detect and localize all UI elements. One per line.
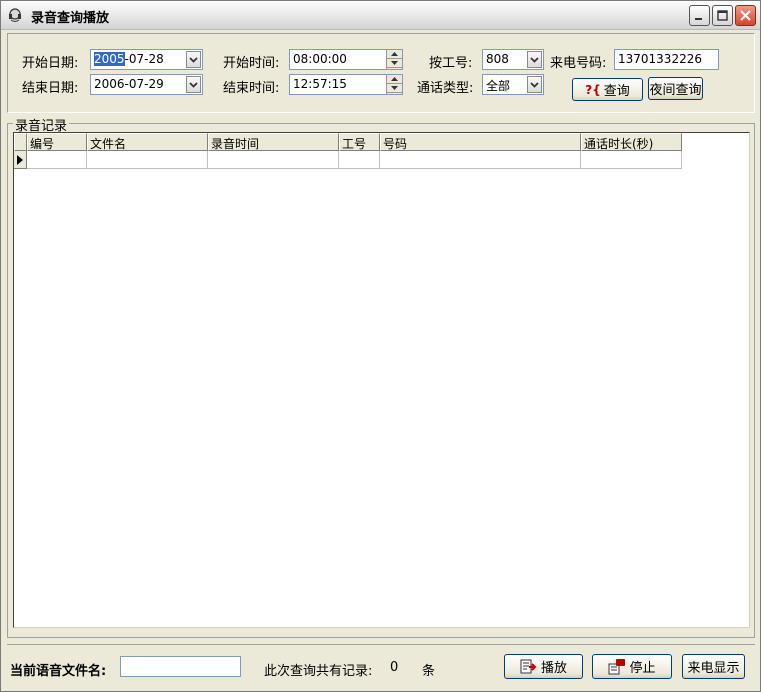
column-header-filename[interactable]: 文件名: [87, 133, 208, 151]
grid-corner: [14, 133, 27, 151]
maximize-button[interactable]: [712, 5, 733, 26]
stop-icon: [608, 658, 626, 674]
grid-header: 编号 文件名 录音时间 工号 号码 通话时长(秒): [14, 133, 682, 151]
column-header-id[interactable]: 编号: [27, 133, 87, 151]
call-type-select[interactable]: 全部: [482, 74, 544, 95]
table-cell[interactable]: [380, 151, 581, 169]
end-date-dropdown-button[interactable]: [186, 76, 201, 93]
caller-number-input[interactable]: 13701332226: [614, 49, 719, 70]
caller-number-value: 13701332226: [618, 52, 702, 66]
chevron-down-icon: [530, 57, 539, 63]
current-file-label: 当前语音文件名:: [10, 664, 107, 679]
record-count-unit: 条: [422, 664, 436, 679]
night-query-button-label: 夜间查询: [649, 83, 702, 98]
title-bar[interactable]: 录音查询播放: [1, 1, 760, 30]
maximize-icon: [717, 10, 728, 21]
column-header-record-time[interactable]: 录音时间: [208, 133, 339, 151]
end-time-label: 结束时间:: [223, 81, 280, 96]
end-time-picker[interactable]: 12:57:15: [289, 74, 403, 95]
query-button[interactable]: ?{ 查询: [572, 78, 643, 101]
column-header-number[interactable]: 号码: [380, 133, 581, 151]
recording-query-window: 录音查询播放 开始日期: 2005-07-28 结束日期: 2006-07-29…: [0, 0, 761, 692]
query-icon: ?{: [585, 82, 601, 97]
stop-button-label: 停止: [629, 661, 656, 676]
call-type-value: 全部: [486, 79, 511, 93]
current-row-arrow-icon: [17, 154, 23, 165]
end-date-picker[interactable]: 2006-07-29: [90, 74, 203, 95]
play-button[interactable]: 播放: [504, 654, 583, 679]
call-type-label: 通话类型:: [417, 81, 474, 96]
chevron-down-icon: [530, 82, 539, 88]
table-row[interactable]: [14, 151, 682, 169]
record-count-label: 此次查询共有记录:: [264, 664, 373, 679]
close-button[interactable]: [735, 5, 756, 26]
end-time-value: 12:57:15: [293, 77, 347, 91]
start-date-dropdown-button[interactable]: [186, 51, 201, 68]
start-time-spinner[interactable]: [386, 50, 402, 69]
end-date-value: 2006-07-29: [94, 77, 164, 91]
stop-button[interactable]: 停止: [592, 654, 672, 679]
start-date-rest: -07-28: [124, 52, 164, 66]
query-button-label: 查询: [603, 84, 630, 99]
start-date-year-selected: 2005: [94, 52, 125, 66]
close-icon: [740, 10, 751, 21]
caller-number-label: 来电号码:: [550, 56, 607, 71]
end-date-label: 结束日期:: [22, 81, 79, 96]
table-cell[interactable]: [339, 151, 380, 169]
column-header-agent-id[interactable]: 工号: [339, 133, 380, 151]
table-cell[interactable]: [87, 151, 208, 169]
end-time-spinner[interactable]: [386, 75, 402, 94]
start-time-label: 开始时间:: [223, 56, 280, 71]
spin-up-icon[interactable]: [387, 50, 402, 59]
window-title: 录音查询播放: [31, 11, 110, 26]
start-date-picker[interactable]: 2005-07-28: [90, 49, 203, 70]
agent-id-label: 按工号:: [429, 56, 473, 71]
table-cell[interactable]: [208, 151, 339, 169]
query-panel: [7, 33, 755, 113]
start-date-label: 开始日期:: [22, 56, 79, 71]
play-button-label: 播放: [540, 661, 567, 676]
caller-display-button-label: 来电显示: [687, 661, 740, 676]
table-cell[interactable]: [581, 151, 682, 169]
spin-up-icon[interactable]: [387, 75, 402, 84]
table-cell[interactable]: [27, 151, 87, 169]
spin-down-icon[interactable]: [387, 84, 402, 93]
minimize-button[interactable]: [689, 5, 710, 26]
chevron-down-icon: [189, 82, 198, 88]
chevron-down-icon: [189, 57, 198, 63]
record-count-value: 0: [390, 660, 399, 675]
current-file-field[interactable]: [120, 656, 241, 677]
agent-id-value: 808: [486, 52, 509, 66]
night-query-button[interactable]: 夜间查询: [648, 77, 703, 100]
minimize-icon: [695, 18, 702, 20]
start-time-picker[interactable]: 08:00:00: [289, 49, 403, 70]
spin-down-icon[interactable]: [387, 59, 402, 68]
play-icon: [520, 659, 537, 673]
agent-id-dropdown-button[interactable]: [527, 51, 542, 68]
records-grid[interactable]: 编号 文件名 录音时间 工号 号码 通话时长(秒): [13, 132, 750, 628]
column-header-duration[interactable]: 通话时长(秒): [581, 133, 682, 151]
caller-display-button[interactable]: 来电显示: [682, 654, 745, 679]
start-time-value: 08:00:00: [293, 52, 347, 66]
call-type-dropdown-button[interactable]: [527, 76, 542, 93]
agent-id-select[interactable]: 808: [482, 49, 544, 70]
row-indicator: [14, 151, 27, 169]
headset-icon: [9, 8, 21, 22]
